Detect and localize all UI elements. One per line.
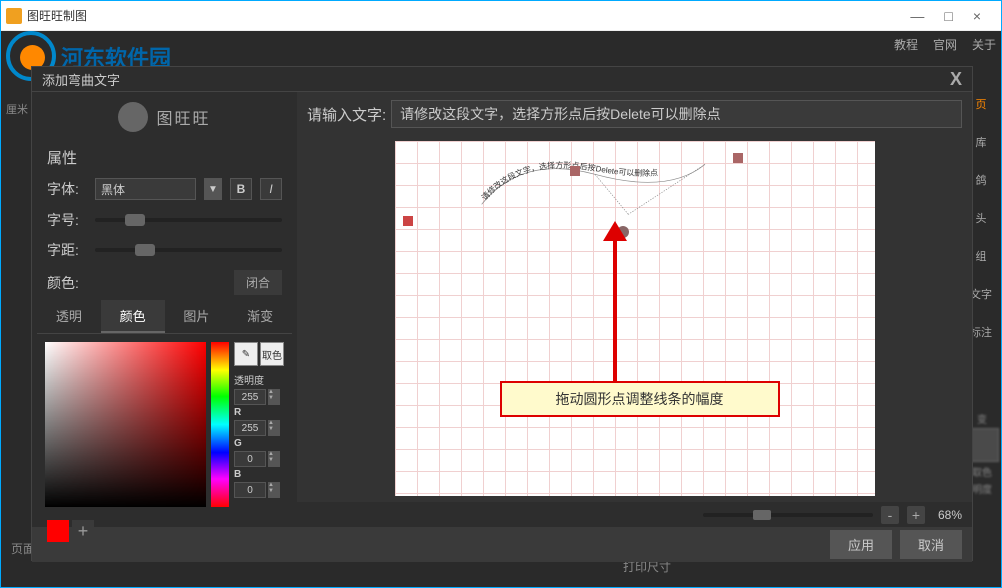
zoom-slider[interactable] — [703, 513, 873, 517]
spacing-slider[interactable] — [95, 248, 282, 252]
g-spinner[interactable]: ▲▼ — [268, 451, 280, 467]
g-label: G — [234, 438, 244, 449]
tab-image[interactable]: 图片 — [165, 300, 229, 333]
spacing-label: 字距: — [47, 240, 87, 260]
opacity-spinner[interactable]: ▲▼ — [268, 389, 280, 405]
hint-callout: 拖动圆形点调整线条的幅度 — [500, 381, 780, 417]
color-gradient-picker[interactable] — [45, 342, 206, 507]
color-label: 颜色: — [47, 273, 87, 293]
g-input[interactable] — [234, 451, 266, 467]
r-label: R — [234, 407, 244, 418]
italic-button[interactable]: I — [260, 178, 282, 200]
anchor-start[interactable] — [403, 216, 413, 226]
zoom-out-button[interactable]: - — [881, 506, 899, 524]
canvas-area: 请修改这段文字，选择方形点后按Delete可以删除点 — [297, 136, 972, 502]
anchor-mid[interactable] — [570, 166, 580, 176]
menu-about[interactable]: 关于 — [972, 36, 996, 53]
r-spinner[interactable]: ▲▼ — [268, 420, 280, 436]
text-input-field[interactable] — [391, 100, 962, 128]
menu-website[interactable]: 官网 — [933, 36, 957, 53]
size-label: 字号: — [47, 210, 87, 230]
menu-tutorial[interactable]: 教程 — [894, 36, 918, 53]
b-label: B — [234, 469, 244, 480]
tab-color[interactable]: 颜色 — [101, 300, 165, 333]
zoom-value: 68% — [938, 508, 962, 522]
close-path-button[interactable]: 闭合 — [234, 270, 282, 295]
picker-label-button[interactable]: 取色 — [260, 342, 284, 366]
opacity-label: 透明度 — [234, 372, 284, 387]
titlebar: 图旺旺制图 — □ × — [1, 1, 1001, 31]
text-input-label: 请输入文字: — [307, 104, 386, 125]
eyedropper-button[interactable]: ✎ — [234, 342, 258, 366]
minimize-button[interactable]: — — [910, 8, 924, 24]
b-input[interactable] — [234, 482, 266, 498]
curved-text-dialog: 添加弯曲文字 X 图旺旺 属性 字体: — [31, 66, 973, 561]
font-label: 字体: — [47, 179, 87, 199]
swatch-add-button[interactable]: + — [72, 520, 94, 542]
maximize-button[interactable]: □ — [944, 8, 952, 24]
window-title: 图旺旺制图 — [27, 7, 87, 24]
apply-button[interactable]: 应用 — [830, 530, 892, 559]
brand-logo — [118, 102, 148, 132]
hue-slider[interactable] — [211, 342, 229, 507]
section-title: 属性 — [37, 142, 292, 173]
dialog-title: 添加弯曲文字 — [42, 70, 120, 89]
size-slider[interactable] — [95, 218, 282, 222]
tab-transparent[interactable]: 透明 — [37, 300, 101, 333]
r-input[interactable] — [234, 420, 266, 436]
cancel-button[interactable]: 取消 — [900, 530, 962, 559]
top-menu: 教程 官网 关于 — [894, 36, 996, 53]
close-button[interactable]: × — [973, 8, 981, 24]
ruler-unit: 厘米 — [6, 101, 28, 117]
bold-button[interactable]: B — [230, 178, 252, 200]
brand-name: 图旺旺 — [156, 105, 210, 129]
b-spinner[interactable]: ▲▼ — [268, 482, 280, 498]
swatch-red[interactable] — [47, 520, 69, 542]
opacity-input[interactable] — [234, 389, 266, 405]
properties-panel: 图旺旺 属性 字体: 黑体 ▼ B I 字号: — [32, 92, 297, 527]
app-icon — [6, 8, 22, 24]
dialog-close-button[interactable]: X — [950, 69, 962, 90]
font-dropdown-icon[interactable]: ▼ — [204, 178, 222, 200]
canvas[interactable]: 请修改这段文字，选择方形点后按Delete可以删除点 — [395, 141, 875, 496]
tab-gradient[interactable]: 渐变 — [228, 300, 292, 333]
arrow-shaft — [613, 236, 617, 381]
zoom-in-button[interactable]: + — [907, 506, 925, 524]
anchor-end[interactable] — [733, 153, 743, 163]
font-select[interactable]: 黑体 — [95, 178, 196, 200]
